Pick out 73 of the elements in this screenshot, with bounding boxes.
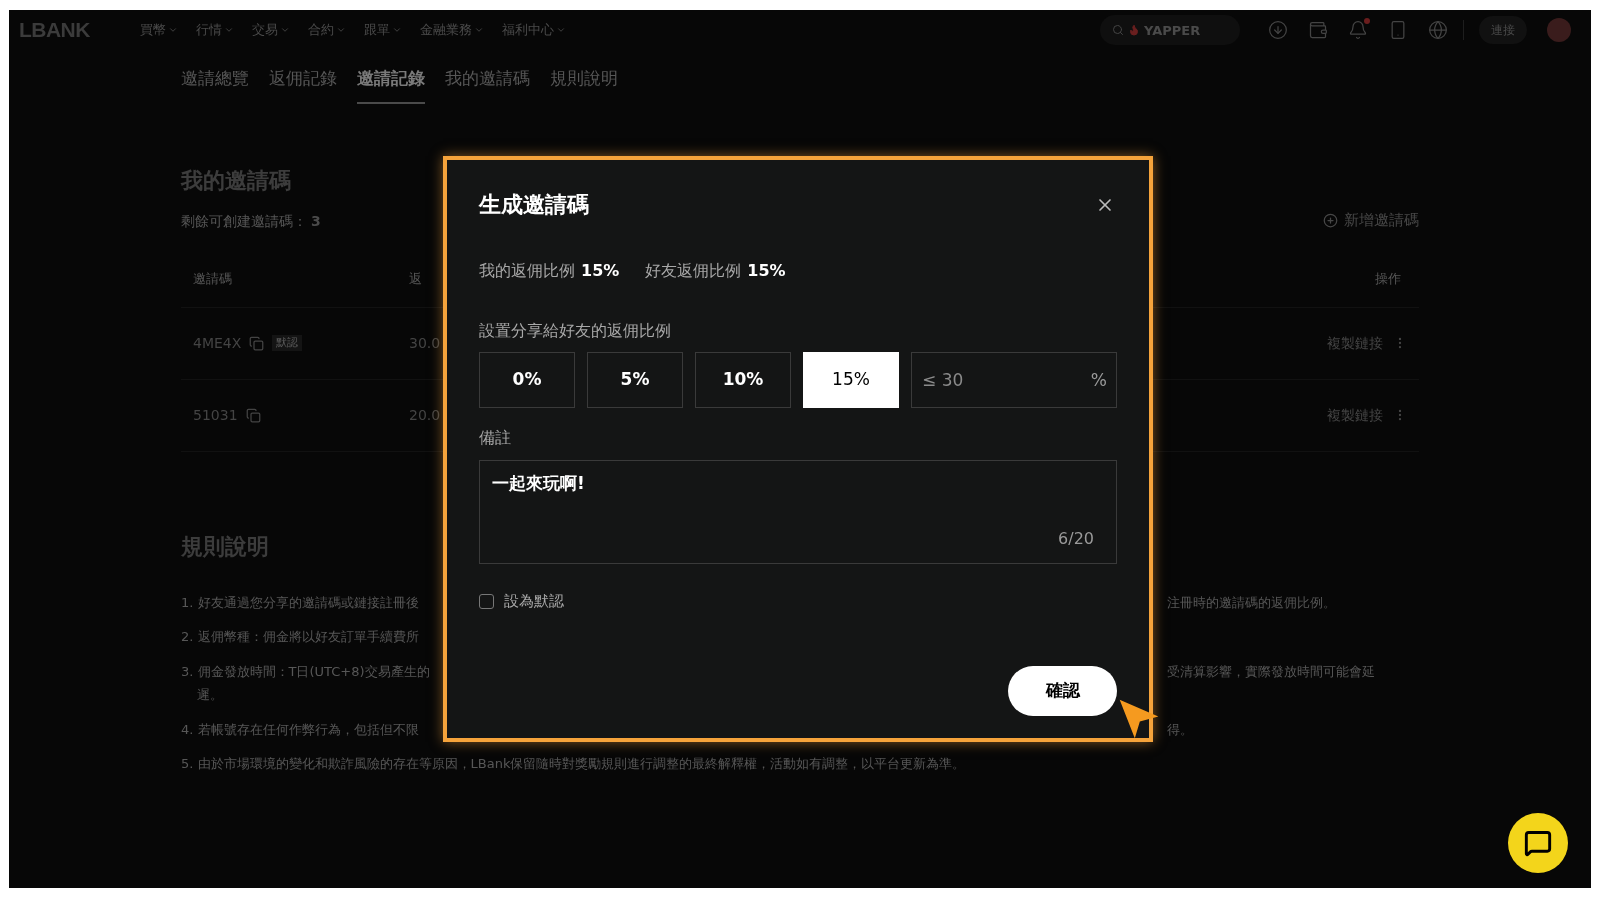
chevron-down-icon	[473, 25, 484, 35]
nav-menu[interactable]: 跟單	[363, 20, 402, 40]
chevron-down-icon	[555, 25, 566, 35]
rule-text: 4. 若帳號存在任何作弊行為，包括但不限	[181, 720, 419, 739]
default-badge: 默認	[272, 334, 303, 352]
copy-icon[interactable]	[249, 335, 265, 351]
remaining-value: 3	[311, 211, 321, 231]
rule-text: 2. 返佣幣種：佣金將以好友訂單手續費所	[181, 628, 419, 646]
confirm-button[interactable]: 確認	[1008, 666, 1117, 716]
bell-icon[interactable]	[1348, 20, 1368, 40]
nav-menu[interactable]: 福利中心	[501, 20, 566, 40]
rate-cell-text: 20.0	[409, 405, 441, 425]
rate-option[interactable]: 0%	[479, 352, 575, 408]
rate-value: 15%	[581, 260, 620, 282]
rate-option[interactable]: 10%	[695, 352, 791, 408]
chevron-down-icon	[279, 25, 290, 35]
rate-value: 15%	[747, 260, 786, 282]
rate-option[interactable]: 5%	[587, 352, 683, 408]
rate-cell-text: 30.0	[409, 333, 441, 353]
rate-option[interactable]: 15%	[803, 352, 899, 408]
tab[interactable]: 我的邀請碼	[445, 66, 530, 104]
nav-menu[interactable]: 行情	[195, 20, 234, 40]
copy-icon[interactable]	[245, 407, 261, 423]
rule-text: 注冊時的邀請碼的返佣比例。	[1167, 593, 1337, 612]
tab[interactable]: 規則說明	[550, 66, 618, 104]
checkbox[interactable]	[479, 593, 494, 609]
nav-menu[interactable]: 交易	[251, 20, 290, 40]
chevron-down-icon	[223, 25, 234, 35]
rate-label: 我的返佣比例	[479, 260, 575, 282]
globe-icon[interactable]	[1428, 20, 1448, 40]
chat-icon	[1524, 829, 1552, 857]
rule-text: 遲。	[197, 686, 223, 704]
copy-link-button[interactable]: 複製鏈接	[1327, 404, 1383, 426]
rule-text: 得。	[1167, 720, 1194, 739]
tab[interactable]: 邀請總覽	[181, 66, 249, 104]
rate-label: 好友返佣比例	[645, 260, 742, 282]
tab[interactable]: 邀請記錄	[357, 66, 425, 104]
add-code-button[interactable]: 新增邀請碼	[1323, 209, 1419, 232]
search-icon	[1112, 24, 1124, 36]
checkbox-label: 設為默認	[504, 591, 564, 612]
column-header: 邀請碼	[193, 270, 233, 289]
column-header: 操作	[1375, 270, 1401, 289]
note-field[interactable]: 一起來玩啊! 6/20	[479, 460, 1117, 564]
remaining-label: 剩餘可創建邀請碼：	[181, 211, 307, 231]
wallet-icon[interactable]	[1308, 20, 1328, 40]
nav-menu[interactable]: 金融業務	[419, 20, 484, 40]
chat-button[interactable]	[1508, 813, 1568, 873]
column-header: 返	[409, 270, 422, 289]
nav-menu[interactable]: 合約	[307, 20, 346, 40]
search-field[interactable]: YAPPER	[1100, 15, 1240, 45]
copy-link-button[interactable]: 複製鏈接	[1327, 332, 1383, 354]
chevron-down-icon	[335, 25, 346, 35]
rule-text: 1. 好友通過您分享的邀請碼或鏈接註冊後	[181, 593, 419, 612]
field-label: 備註	[479, 427, 512, 449]
percent-unit: %	[1090, 369, 1107, 392]
code-cell-text: 4ME4X	[193, 333, 242, 353]
cursor-arrow-icon	[1118, 698, 1160, 740]
dialog-title: 生成邀請碼	[479, 191, 589, 219]
rule-text: 3. 佣金發放時間：T日(UTC+8)交易產生的	[181, 662, 430, 681]
nav-menu[interactable]: 買幣	[139, 20, 178, 40]
plus-circle-icon	[1323, 212, 1338, 228]
note-text: 一起來玩啊!	[492, 472, 586, 495]
field-label: 設置分享給好友的返佣比例	[479, 320, 672, 342]
rule-text: 5. 由於市場環境的變化和欺詐風險的存在等原因，LBank保留隨時對獎勵規則進行調整的最終解釋權，活動如有調整，以平台更新為準。	[181, 755, 966, 773]
char-counter: 6/20	[1058, 528, 1094, 550]
chevron-down-icon	[391, 25, 402, 35]
rule-text: 受清算影響，實際發放時間可能會延	[1167, 662, 1376, 681]
avatar[interactable]	[1547, 18, 1571, 42]
chevron-down-icon	[167, 25, 178, 35]
code-cell-text: 51031	[193, 405, 238, 425]
download-icon[interactable]	[1268, 20, 1288, 40]
flame-icon	[1128, 24, 1140, 36]
tab[interactable]: 返佣記錄	[269, 66, 337, 104]
